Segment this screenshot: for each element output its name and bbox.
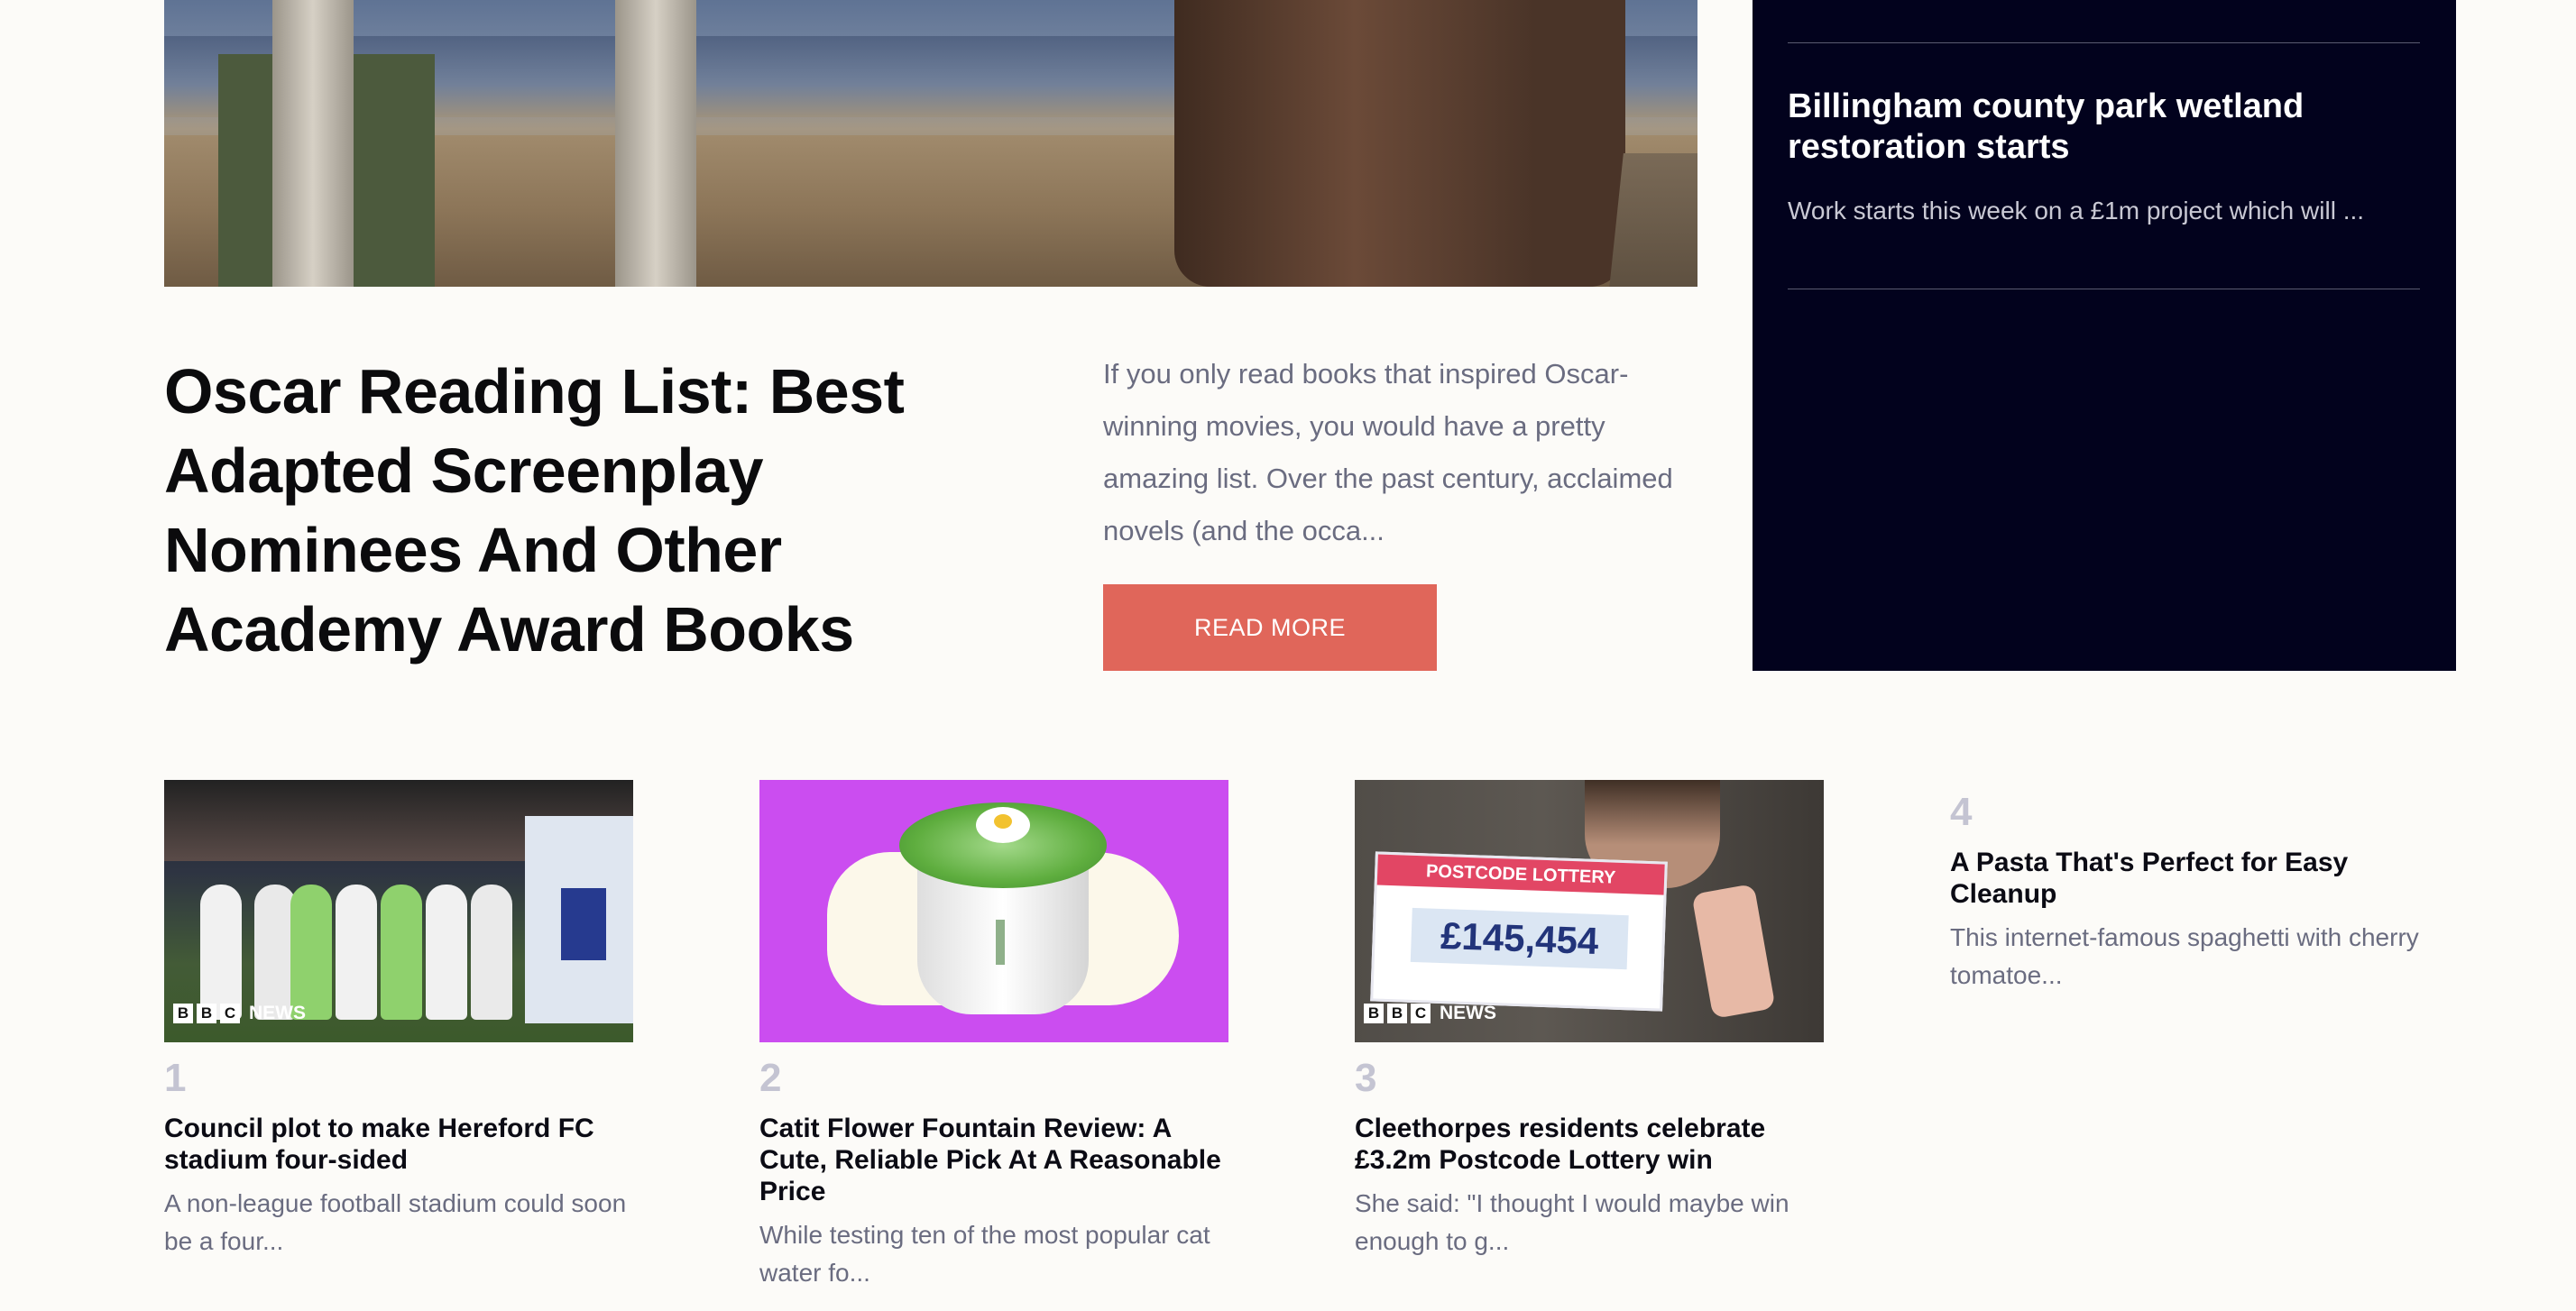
image-phone	[1691, 883, 1776, 1020]
sidebar-story-title[interactable]: Billingham county park wetland restorati…	[1788, 87, 2365, 168]
trending-item[interactable]: POSTCODE LOTTERY £145,454 BBC NEWS 3 Cle…	[1355, 780, 1824, 1261]
read-more-button[interactable]: READ MORE	[1103, 584, 1437, 671]
sidebar-story-excerpt: Work starts this week on a £1m project w…	[1788, 197, 2365, 225]
image-player	[471, 885, 512, 1020]
article-thumbnail[interactable]: POSTCODE LOTTERY £145,454 BBC NEWS	[1355, 780, 1824, 1042]
image-cheque: POSTCODE LOTTERY £145,454	[1370, 851, 1668, 1012]
image-person	[1174, 0, 1625, 287]
image-player	[200, 885, 242, 1020]
bbc-news-logo: BBC NEWS	[1364, 1003, 1496, 1024]
article-excerpt: While testing ten of the most popular ca…	[759, 1221, 1210, 1287]
sidebar-panel: Billingham county park wetland restorati…	[1753, 0, 2456, 671]
cheque-header: POSTCODE LOTTERY	[1376, 854, 1665, 895]
divider	[1788, 42, 2420, 43]
rank-number: 1	[164, 1056, 187, 1100]
image-player	[426, 885, 467, 1020]
image-post	[615, 0, 696, 287]
bbc-news-logo: BBC NEWS	[173, 1003, 306, 1024]
featured-title[interactable]: Oscar Reading List: Best Adapted Screenp…	[164, 352, 976, 669]
image-hoarding	[525, 816, 633, 1023]
image-player	[381, 885, 422, 1020]
article-title[interactable]: Council plot to make Hereford FC stadium…	[164, 1113, 633, 1176]
trending-item[interactable]: 4 A Pasta That's Perfect for Easy Cleanu…	[1950, 789, 2419, 995]
article-excerpt: She said: "I thought I would maybe win e…	[1355, 1189, 1789, 1255]
image-player	[290, 885, 332, 1020]
rank-number: 2	[759, 1056, 782, 1100]
image-tube	[996, 920, 1005, 965]
article-excerpt: A non-league football stadium could soon…	[164, 1189, 627, 1255]
article-excerpt: This internet-famous spaghetti with cher…	[1950, 923, 2419, 989]
rank-number: 4	[1950, 790, 1973, 834]
article-title[interactable]: Catit Flower Fountain Review: A Cute, Re…	[759, 1113, 1228, 1207]
article-title[interactable]: A Pasta That's Perfect for Easy Cleanup	[1950, 847, 2419, 910]
featured-image[interactable]	[164, 0, 1697, 287]
rank-number: 3	[1355, 1056, 1377, 1100]
image-flower-center	[994, 814, 1012, 829]
cheque-amount: £145,454	[1410, 907, 1629, 970]
image-chair	[1609, 153, 1697, 287]
trending-item[interactable]: 2 Catit Flower Fountain Review: A Cute, …	[759, 780, 1228, 1292]
page: Oscar Reading List: Best Adapted Screenp…	[0, 0, 2576, 1311]
featured-excerpt: If you only read books that inspired Osc…	[1103, 358, 1673, 546]
article-thumbnail[interactable]: BBC NEWS	[164, 780, 633, 1042]
image-player	[336, 885, 377, 1020]
image-post	[272, 0, 354, 287]
article-title[interactable]: Cleethorpes residents celebrate £3.2m Po…	[1355, 1113, 1824, 1176]
article-thumbnail[interactable]	[759, 780, 1228, 1042]
trending-item[interactable]: BBC NEWS 1 Council plot to make Hereford…	[164, 780, 633, 1261]
